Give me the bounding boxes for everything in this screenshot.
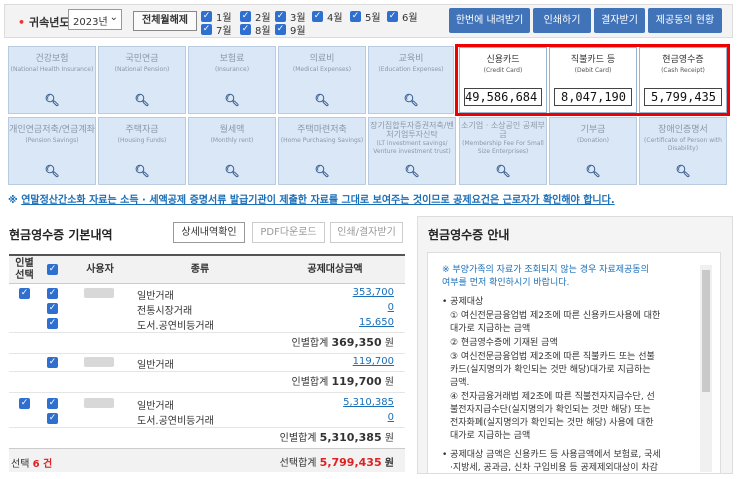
month-checkbox-4[interactable]: ✓ 4월 xyxy=(312,9,343,24)
panel-title: 현금영수증 기본내역 xyxy=(9,228,113,242)
highlight-box xyxy=(455,44,730,116)
chevron-down-icon: ⌄ xyxy=(109,12,118,23)
print-receive-button[interactable]: 인쇄/결자받기 xyxy=(330,222,403,243)
tile-health-insurance[interactable]: 건강보험 (National Health Insurance) 🔍︎ xyxy=(8,46,96,114)
tile-disability-certificate[interactable]: 장애인증명서 (Certificate of Person with Disabi… xyxy=(639,117,727,185)
search-icon: 🔍︎ xyxy=(495,164,511,178)
header-amount: 공제대상금액 xyxy=(265,256,405,284)
search-icon: 🔍︎ xyxy=(585,164,601,178)
checkbox-icon: ✓ xyxy=(387,11,398,22)
checkbox-icon: ✓ xyxy=(240,11,251,22)
checkbox-icon: ✓ xyxy=(47,264,58,275)
tile-monthly-rent[interactable]: 월세액 (Monthly rent) 🔍︎ xyxy=(188,117,276,185)
table-footer: 선택 6 건 선택합계 5,799,435 원 xyxy=(9,448,405,472)
search-icon: 🔍︎ xyxy=(403,93,419,107)
download-all-button[interactable]: 한번에 내려받기 xyxy=(449,8,530,33)
month-checkbox-7[interactable]: ✓ 7월 xyxy=(201,22,232,37)
checkbox-icon: ✓ xyxy=(201,24,212,35)
detail-view-button[interactable]: 상세내역확인 xyxy=(173,222,245,243)
amount-link[interactable]: 5,310,385 xyxy=(343,397,394,408)
search-icon: 🔍︎ xyxy=(224,93,240,107)
guide-content: ※ 부양가족의 자료가 조회되지 않는 경우 자료제공동의 여부를 먼저 확인하… xyxy=(427,252,721,474)
month-checkbox-5[interactable]: ✓ 5월 xyxy=(350,9,381,24)
amount-link[interactable]: 119,700 xyxy=(353,356,394,367)
row-checkbox[interactable]: ✓ xyxy=(47,303,58,314)
masked-user-name xyxy=(84,357,114,367)
cash-receipt-table: 인별 선택 ✓ 사용자 종류 공제대상금액 ✓ ✓ 일반거래 353,700 ✓… xyxy=(9,254,405,472)
tile-housing-funds[interactable]: 주택자금 (Housing Funds) 🔍︎ xyxy=(98,117,186,185)
search-icon: 🔍︎ xyxy=(675,164,691,178)
row-checkbox[interactable]: ✓ xyxy=(47,288,58,299)
amount-link[interactable]: 0 xyxy=(388,302,394,313)
search-icon: 🔍︎ xyxy=(44,93,60,107)
search-icon: 🔍︎ xyxy=(314,93,330,107)
amount-link[interactable]: 15,650 xyxy=(359,317,394,328)
search-icon: 🔍︎ xyxy=(134,164,150,178)
row-checkbox[interactable]: ✓ xyxy=(47,413,58,424)
row-checkbox[interactable]: ✓ xyxy=(47,357,58,368)
table-row: ✓ 전통시장거래 0 xyxy=(47,302,394,317)
month-checkbox-6[interactable]: ✓ 6월 xyxy=(387,9,418,24)
subtotal-row: 인별합계 369,350 원 xyxy=(9,332,405,354)
table-row: ✓ 도서.공연비등거래 15,650 xyxy=(47,317,394,332)
row-checkbox[interactable]: ✓ xyxy=(47,318,58,329)
person-checkbox[interactable]: ✓ xyxy=(19,398,30,409)
pdf-download-button[interactable]: PDF다운로드 xyxy=(252,222,325,243)
year-select[interactable]: 2023년 ⌄ xyxy=(68,9,122,30)
receive-button[interactable]: 결자받기 xyxy=(594,8,645,33)
selected-total: 선택합계 5,799,435 원 xyxy=(279,456,394,469)
masked-user-name xyxy=(84,398,114,408)
select-all-months-button[interactable]: 전체월해제 xyxy=(133,11,197,31)
subtotal-row: 인별합계 5,310,385 원 xyxy=(9,427,405,449)
header-checkbox[interactable]: ✓ xyxy=(40,256,65,284)
table-row: ✓ ✓ 일반거래 5,310,385 xyxy=(19,397,394,412)
tile-investment-savings[interactable]: 장기집합투자증권저축/벤처기업투자신탁 (LT investment saving… xyxy=(368,117,456,185)
print-button[interactable]: 인쇄하기 xyxy=(533,8,591,33)
checkbox-icon: ✓ xyxy=(275,11,286,22)
person-checkbox[interactable]: ✓ xyxy=(19,288,30,299)
guide-scrollbar-thumb[interactable] xyxy=(702,270,710,392)
year-label: • 귀속년도 xyxy=(18,16,70,29)
subtotal-row: 인별합계 119,700 원 xyxy=(9,371,405,393)
tile-pension-savings[interactable]: 개인연금저축/연금계좌 (Pension Savings) 🔍︎ xyxy=(8,117,96,185)
search-icon: 🔍︎ xyxy=(404,164,420,178)
tile-national-pension[interactable]: 국민연금 (National Pension) 🔍︎ xyxy=(98,46,186,114)
search-icon: 🔍︎ xyxy=(224,164,240,178)
month-checkbox-8[interactable]: ✓ 8월 xyxy=(240,22,271,37)
search-icon: 🔍︎ xyxy=(134,93,150,107)
masked-user-name xyxy=(84,288,114,298)
header-user: 사용자 xyxy=(65,256,135,284)
row-checkbox[interactable]: ✓ xyxy=(47,398,58,409)
amount-link[interactable]: 0 xyxy=(388,412,394,423)
search-icon: 🔍︎ xyxy=(44,164,60,178)
tile-donation[interactable]: 기부금 (Donation) 🔍︎ xyxy=(549,117,637,185)
bullet-icon: • xyxy=(18,16,26,29)
table-row: ✓ 일반거래 119,700 xyxy=(47,356,394,371)
checkbox-icon: ✓ xyxy=(350,11,361,22)
month-checkbox-9[interactable]: ✓ 9월 xyxy=(275,22,306,37)
selected-count: 선택 6 건 xyxy=(11,459,53,470)
amount-link[interactable]: 353,700 xyxy=(353,287,394,298)
tile-medical[interactable]: 의료비 (Medical Expenses) 🔍︎ xyxy=(278,46,366,114)
tile-education[interactable]: 교육비 (Education Expenses) 🔍︎ xyxy=(368,46,454,114)
consent-status-button[interactable]: 제공동의 현황 xyxy=(648,8,722,33)
tile-insurance[interactable]: 보험료 (Insurance) 🔍︎ xyxy=(188,46,276,114)
header-person-select: 인별 선택 xyxy=(9,256,40,284)
checkbox-icon: ✓ xyxy=(275,24,286,35)
checkbox-icon: ✓ xyxy=(240,24,251,35)
tile-small-business[interactable]: 소기업 · 소상공인 공제부금 (Membership Fee For Small… xyxy=(459,117,547,185)
header-kind: 종류 xyxy=(135,256,265,284)
guide-title: 현금영수증 안내 xyxy=(428,228,510,242)
table-row: ✓ 도서.공연비등거래 0 xyxy=(47,412,394,427)
notice-text: ※ 연말정산간소화 자료는 소득 · 세액공제 증명서류 발급기관이 제출한 자… xyxy=(8,195,615,206)
table-row: ✓ ✓ 일반거래 353,700 xyxy=(19,287,394,302)
checkbox-icon: ✓ xyxy=(201,11,212,22)
search-icon: 🔍︎ xyxy=(314,164,330,178)
tile-home-savings[interactable]: 주택마련저축 (Home Purchasing Savings) 🔍︎ xyxy=(278,117,366,185)
checkbox-icon: ✓ xyxy=(312,11,323,22)
